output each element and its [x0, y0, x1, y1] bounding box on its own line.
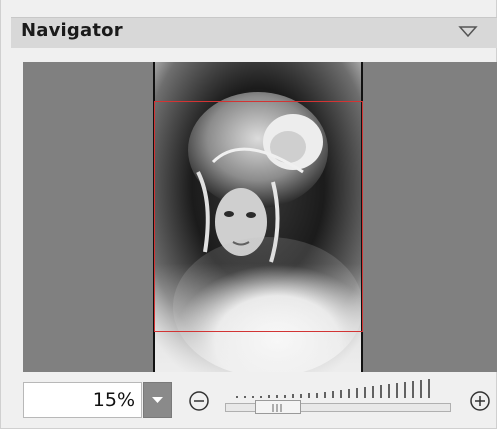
zoom-dropdown-button[interactable] [143, 382, 172, 418]
zoom-in-icon[interactable] [468, 389, 492, 413]
slider-ticks [236, 379, 430, 398]
zoom-out-icon[interactable] [187, 389, 211, 413]
grip-icon [272, 404, 282, 412]
triangle-down-icon [152, 397, 163, 403]
collapse-triangle-icon[interactable] [457, 22, 479, 40]
visible-area-rectangle[interactable] [154, 101, 363, 332]
zoom-slider-thumb[interactable] [255, 400, 301, 414]
zoom-value: 15% [92, 389, 135, 411]
navigator-panel: Navigator 15% [0, 0, 497, 429]
zoom-field[interactable]: 15% [23, 382, 142, 418]
panel-title: Navigator [21, 20, 123, 41]
